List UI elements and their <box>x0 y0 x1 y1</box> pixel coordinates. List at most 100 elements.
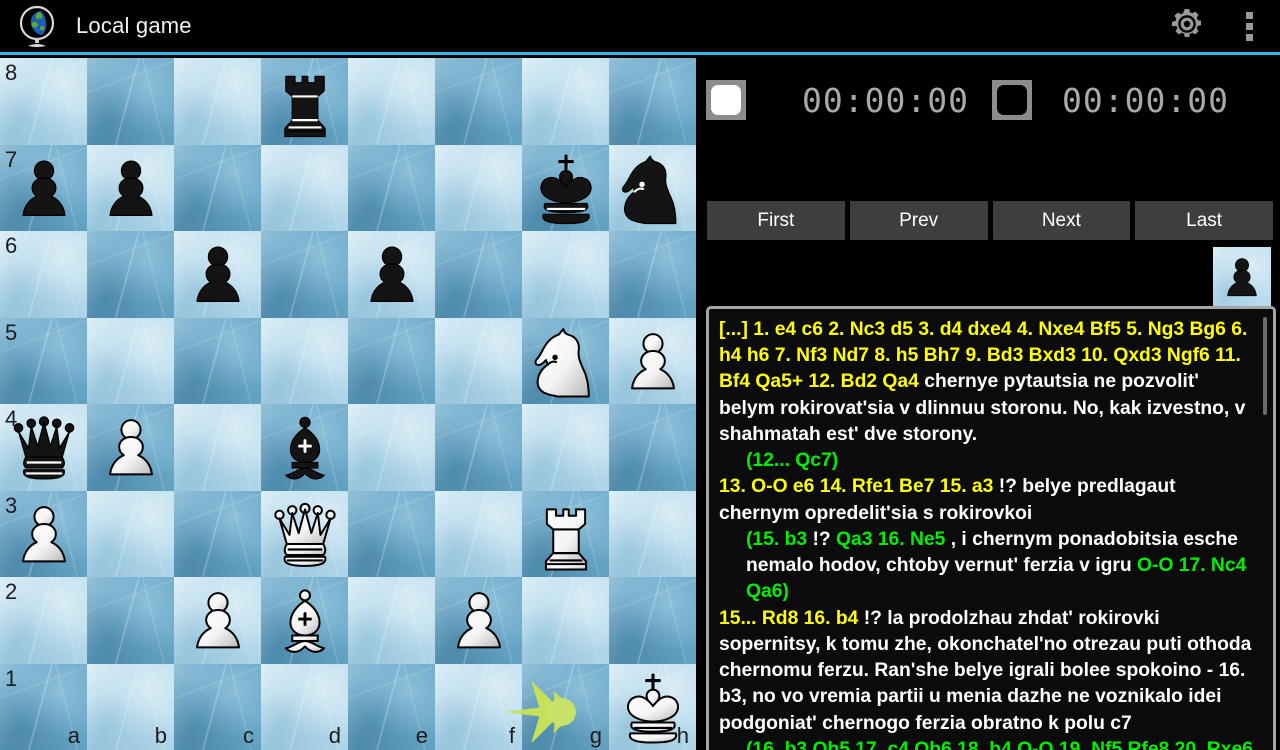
board-square-b8[interactable] <box>87 58 174 145</box>
board-square-h7[interactable] <box>609 144 696 232</box>
board-square-a5[interactable]: 5 <box>0 317 87 404</box>
board-square-c4[interactable] <box>174 404 261 491</box>
move-text-line[interactable]: [...] 1. e4 c6 2. Nc3 d5 3. d4 dxe4 4. N… <box>719 317 1253 448</box>
board-square-h5[interactable] <box>609 317 696 405</box>
captured-pieces-tray[interactable] <box>1213 247 1271 307</box>
board-square-h4[interactable] <box>609 404 696 491</box>
board-square-c1[interactable]: c <box>174 663 261 750</box>
first-move-button[interactable]: First <box>707 201 845 240</box>
board-square-a2[interactable]: 2 <box>0 577 87 664</box>
board-square-e6[interactable] <box>348 231 435 318</box>
black-rook-icon[interactable] <box>261 58 348 145</box>
move-text-line[interactable]: 13. O-O e6 14. Rfe1 Be7 15. a3 !? belye … <box>719 474 1253 526</box>
board-square-c7[interactable] <box>174 144 261 231</box>
board-square-g4[interactable] <box>522 404 609 491</box>
board-square-d6[interactable] <box>261 231 348 318</box>
board-square-h2[interactable] <box>609 577 696 664</box>
board-square-f6[interactable] <box>435 231 522 318</box>
board-square-g2[interactable] <box>522 577 609 664</box>
black-king-icon[interactable] <box>522 145 609 232</box>
board-square-e4[interactable] <box>348 404 435 491</box>
board-square-b7[interactable] <box>87 144 174 232</box>
chess-board[interactable]: 8 7 6 5 4 3 2 1 a b c d e f g h <box>0 58 696 750</box>
last-move-button[interactable]: Last <box>1135 201 1273 240</box>
white-bishop-icon[interactable] <box>261 577 348 664</box>
board-square-f8[interactable] <box>435 58 522 145</box>
board-square-a6[interactable]: 6 <box>0 231 87 318</box>
prev-move-button[interactable]: Prev <box>849 201 988 240</box>
board-square-g5[interactable] <box>522 317 609 405</box>
move-text-line[interactable]: 15... Rd8 16. b4 !? la prodolzhau zhdat'… <box>719 606 1253 737</box>
board-square-d5[interactable] <box>261 317 348 404</box>
black-knight-icon[interactable] <box>609 145 696 232</box>
white-pawn-icon[interactable] <box>435 577 522 664</box>
board-square-g6[interactable] <box>522 231 609 318</box>
white-pawn-icon[interactable] <box>609 318 696 405</box>
board-square-e1[interactable]: e <box>348 663 435 750</box>
board-square-e7[interactable] <box>348 144 435 231</box>
game-info-panel: 00:00:00 00:00:00 First Prev Next Last [… <box>700 58 1280 750</box>
black-clock[interactable]: 00:00:00 <box>992 80 1229 120</box>
board-square-h3[interactable] <box>609 490 696 577</box>
board-square-a8[interactable]: 8 <box>0 58 87 145</box>
move-list-panel[interactable]: [...] 1. e4 c6 2. Nc3 d5 3. d4 dxe4 4. N… <box>706 306 1276 750</box>
board-square-c8[interactable] <box>174 58 261 145</box>
move-text-line[interactable]: (15. b3 !? Qa3 16. Ne5 , i chernym ponad… <box>719 527 1253 606</box>
board-square-b6[interactable] <box>87 231 174 318</box>
board-square-f2[interactable] <box>435 577 522 664</box>
board-square-g1[interactable]: g <box>522 663 609 750</box>
board-square-f1[interactable]: f <box>435 663 522 750</box>
board-square-f5[interactable] <box>435 317 522 404</box>
board-square-f7[interactable] <box>435 144 522 231</box>
board-square-g7[interactable] <box>522 144 609 232</box>
board-square-d3[interactable] <box>261 490 348 578</box>
board-square-d7[interactable] <box>261 144 348 231</box>
settings-button[interactable] <box>1156 0 1218 52</box>
black-clock-time: 00:00:00 <box>1062 80 1229 120</box>
chess-app-window: Local game 8 7 6 5 4 3 2 1 a b c d e f g… <box>0 0 1280 750</box>
board-square-g8[interactable] <box>522 58 609 145</box>
board-square-b3[interactable] <box>87 490 174 577</box>
black-bishop-icon[interactable] <box>261 404 348 491</box>
board-square-h8[interactable] <box>609 58 696 145</box>
white-queen-icon[interactable] <box>261 491 348 578</box>
board-square-e2[interactable] <box>348 577 435 664</box>
move-text-line[interactable]: (12... Qc7) <box>719 448 1253 474</box>
overflow-menu-button[interactable] <box>1218 0 1280 52</box>
board-square-b2[interactable] <box>87 577 174 664</box>
board-square-a4[interactable]: 4 <box>0 404 87 491</box>
white-knight-icon[interactable] <box>522 318 609 405</box>
board-square-f3[interactable] <box>435 490 522 577</box>
board-square-b5[interactable] <box>87 317 174 404</box>
board-square-c3[interactable] <box>174 490 261 577</box>
board-square-a3[interactable]: 3 <box>0 490 87 577</box>
board-square-c5[interactable] <box>174 317 261 404</box>
white-rook-icon[interactable] <box>522 491 609 578</box>
white-clock[interactable]: 00:00:00 <box>706 80 969 120</box>
white-pawn-icon[interactable] <box>87 404 174 491</box>
board-square-b1[interactable]: b <box>87 663 174 750</box>
board-square-c2[interactable] <box>174 577 261 664</box>
board-square-a7[interactable]: 7 <box>0 144 87 231</box>
board-square-a1[interactable]: 1a <box>0 663 87 750</box>
board-square-d8[interactable] <box>261 58 348 145</box>
board-square-b4[interactable] <box>87 404 174 491</box>
black-pawn-icon[interactable] <box>348 231 435 318</box>
board-square-d1[interactable]: d <box>261 663 348 750</box>
board-square-h1[interactable]: h <box>609 663 696 750</box>
board-square-f4[interactable] <box>435 404 522 491</box>
board-square-e8[interactable] <box>348 58 435 145</box>
move-text-line[interactable]: (16. b3 Qb5 17. c4 Qb6 18. b4 O-O 19. Nf… <box>719 737 1253 750</box>
board-square-e3[interactable] <box>348 490 435 577</box>
board-square-g3[interactable] <box>522 490 609 578</box>
board-square-d4[interactable] <box>261 404 348 491</box>
move-list-scrollbar[interactable] <box>1263 317 1267 415</box>
board-square-e5[interactable] <box>348 317 435 404</box>
black-pawn-icon[interactable] <box>174 231 261 318</box>
black-pawn-icon[interactable] <box>87 145 174 232</box>
next-move-button[interactable]: Next <box>992 201 1131 240</box>
white-pawn-icon[interactable] <box>174 577 261 664</box>
board-square-h6[interactable] <box>609 231 696 318</box>
board-square-c6[interactable] <box>174 231 261 318</box>
board-square-d2[interactable] <box>261 577 348 664</box>
